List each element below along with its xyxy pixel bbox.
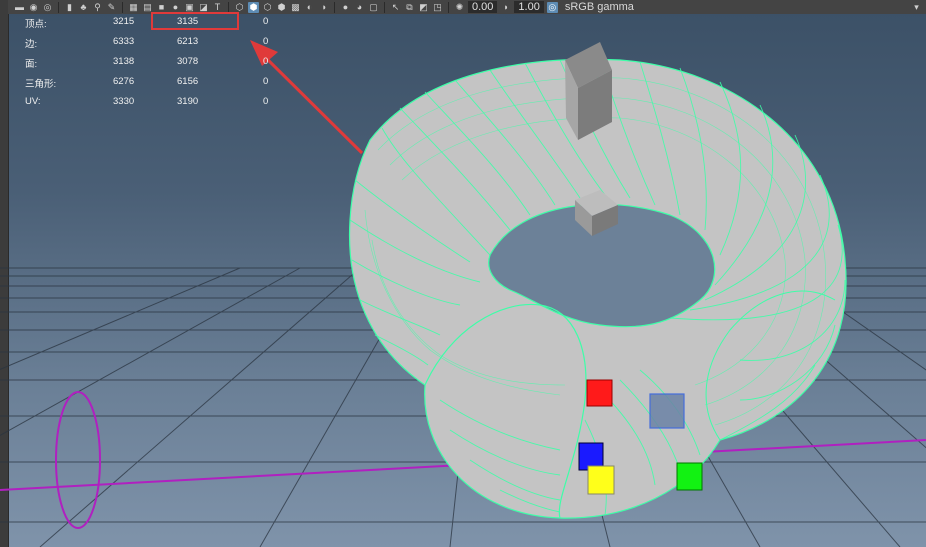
hud-value: 0	[263, 16, 269, 27]
hud-value: 3138	[113, 56, 135, 67]
hud-label: UV:	[25, 96, 41, 107]
scene-canvas[interactable]	[0, 0, 926, 547]
hud-value: 3330	[113, 96, 135, 107]
maya-viewport[interactable]: ▬ ◉ ◎ ▮ ♣ ⚲ ✎ ▦ ▤ ■ ● ▣ ◪ T ⬡ ⬢ ⬡ ⬢ ▩ ◐ …	[0, 0, 926, 547]
hud-value: 0	[263, 76, 269, 87]
hud-value: 6156	[177, 76, 199, 87]
hud-value: 6213	[177, 36, 199, 47]
hud-value: 3078	[177, 56, 199, 67]
highlight-annotation-box	[151, 12, 239, 30]
hud-value: 6333	[113, 36, 135, 47]
hud-value: 0	[263, 56, 269, 67]
hud-value: 3215	[113, 16, 135, 27]
hud-value: 6276	[113, 76, 135, 87]
hud-value: 0	[263, 96, 269, 107]
hud-value: 0	[263, 36, 269, 47]
hud-label: 三角形:	[25, 79, 57, 90]
hud-label: 边:	[25, 39, 38, 50]
hud-label: 顶点:	[25, 19, 47, 30]
hud-label: 面:	[25, 59, 38, 70]
hud-value: 3190	[177, 96, 199, 107]
